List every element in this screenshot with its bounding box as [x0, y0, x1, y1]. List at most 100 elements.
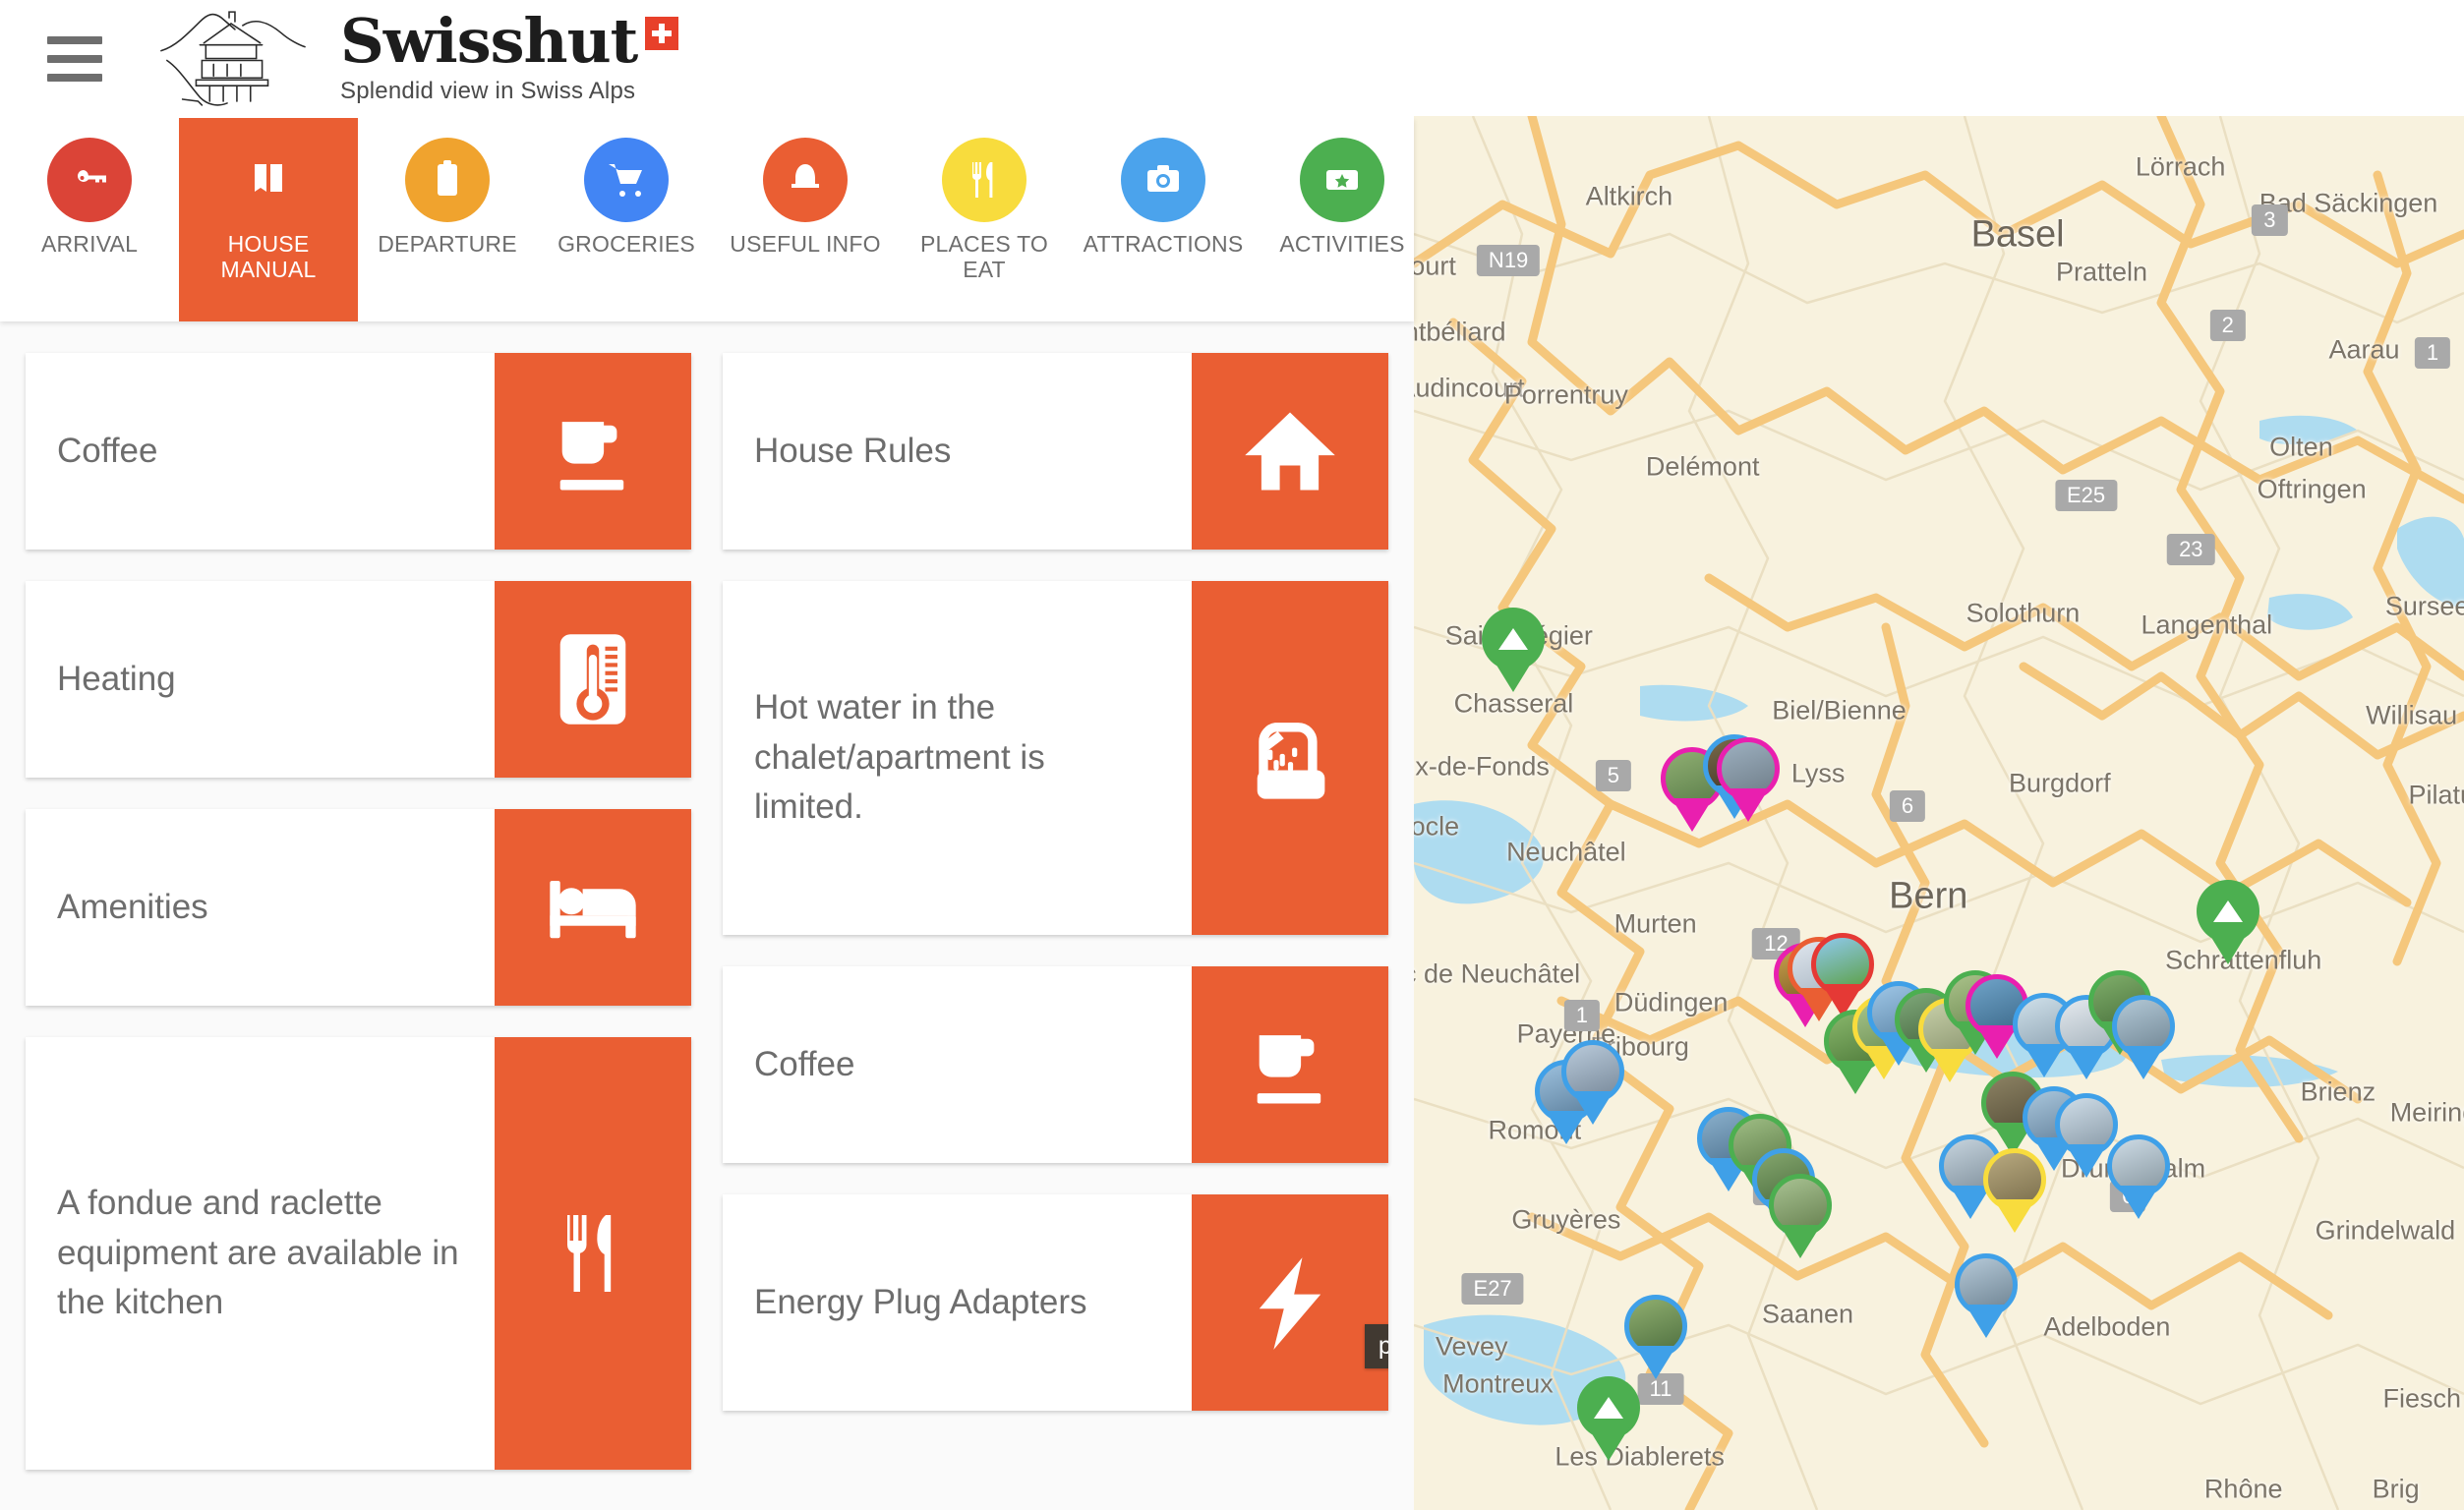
manual-card[interactable]: House Rules — [723, 353, 1388, 550]
nav-item-label: GROCERIES — [557, 231, 695, 257]
manual-card[interactable]: Hot water in the chalet/apartment is lim… — [723, 581, 1388, 935]
map-place-label: Oftringen — [2257, 474, 2367, 504]
pin-tail — [1571, 1090, 1613, 1125]
nav-item-house-manual[interactable]: HOUSE MANUAL — [179, 118, 358, 321]
map-place-label: Rhône — [2203, 1474, 2283, 1504]
map-place-label: Bad Säckingen — [2259, 188, 2438, 218]
coffee-cup-icon — [559, 422, 624, 491]
map-pin-mountain[interactable] — [1482, 608, 1546, 693]
card-grid: Coffee Heating Amenities A fondue and racle… — [0, 321, 1414, 1510]
map-panel[interactable]: Altkirch Basel Lörrach Bad Säckingen Prattel… — [1414, 116, 2464, 1510]
card-column-right: House Rules Hot water in the chalet/apart… — [723, 353, 1388, 1510]
brand-tagline: Splendid view in Swiss Alps — [340, 78, 636, 105]
logo-block[interactable]: Swisshut Splendid view in Swiss Alps — [153, 8, 679, 110]
manual-card[interactable]: Energy Plug Adapters power — [723, 1194, 1388, 1411]
map-place-label: Saanen — [1761, 1299, 1854, 1329]
nav-item-useful-info[interactable]: USEFUL INFO — [716, 118, 895, 321]
map-place-label: Langenthal — [2141, 610, 2273, 640]
pin-tail — [1727, 788, 1769, 823]
manual-card[interactable]: Coffee — [723, 966, 1388, 1163]
card-title: Hot water in the chalet/apartment is lim… — [754, 687, 1045, 827]
power-tooltip: power — [1364, 1324, 1388, 1368]
manual-card[interactable]: A fondue and raclette equipment are avai… — [26, 1037, 691, 1470]
pin-tail — [2117, 1186, 2159, 1220]
thermometer-icon-panel — [495, 581, 691, 778]
pin-tail — [2065, 1143, 2107, 1178]
map-place-label: Brig — [2372, 1474, 2420, 1504]
primary-navigation: ARRIVAL HOUSE MANUAL DEPARTURE GROCERIES USE… — [0, 118, 1414, 321]
map-place-label: Murten — [1613, 908, 1697, 939]
pin-tail — [1965, 1304, 2008, 1338]
map-place-label: Pilatus — [2408, 780, 2464, 810]
home-icon-panel — [1192, 353, 1388, 550]
road-shield: 6 — [1889, 789, 1926, 822]
bell-icon-wrapper — [763, 138, 848, 222]
map-pin-mountain[interactable] — [2196, 879, 2259, 964]
map-place-label: Olten — [2269, 432, 2333, 462]
map-place-label: Vevey — [1435, 1331, 1508, 1362]
nav-item-label: ACTIVITIES — [1279, 231, 1405, 257]
hamburger-menu-icon[interactable] — [47, 36, 102, 82]
map-pin-photo[interactable] — [1982, 1148, 2046, 1234]
chalet-logo-icon — [160, 11, 306, 106]
nav-item-departure[interactable]: DEPARTURE — [358, 118, 537, 321]
pin-tail — [2123, 1046, 2165, 1080]
map-place-label: Brienz — [2300, 1076, 2376, 1107]
map-place-label: Gruyères — [1511, 1204, 1621, 1235]
map-pin-photo[interactable] — [1560, 1039, 1624, 1125]
map-place-label: Pratteln — [2056, 257, 2148, 287]
map-pin-photo[interactable] — [1623, 1295, 1687, 1380]
map-pin-photo[interactable] — [1955, 1252, 2019, 1338]
map-place-label: Lac de Neuchâtel — [1414, 958, 1581, 989]
thermometer-icon — [559, 634, 626, 725]
card-title: Energy Plug Adapters — [754, 1282, 1087, 1321]
map-place-label: Fiesch — [2382, 1383, 2462, 1414]
nav-item-label: HOUSE MANUAL — [220, 231, 317, 282]
card-title: A fondue and raclette equipment are avai… — [57, 1183, 459, 1322]
road-shield: 23 — [2167, 533, 2215, 565]
shopping-cart-icon — [609, 164, 642, 197]
map-place-label: Bern — [1889, 875, 1968, 917]
nav-item-places-to-eat[interactable]: PLACES TO EAT — [895, 118, 1074, 321]
map-place-label: Lyss — [1790, 758, 1846, 788]
bell-icon — [792, 164, 819, 188]
map-pin-mountain[interactable] — [1576, 1375, 1640, 1461]
map-place-label: Aarau — [2328, 334, 2400, 365]
map-place-label: Adelboden — [2043, 1311, 2171, 1342]
pin-tail — [1975, 1025, 2018, 1060]
map-pin-photo[interactable] — [1716, 737, 1780, 823]
road-shield: 5 — [1595, 759, 1632, 791]
nav-item-groceries[interactable]: GROCERIES — [537, 118, 716, 321]
nav-item-arrival[interactable]: ARRIVAL — [0, 118, 179, 321]
fork-knife-icon — [971, 162, 993, 198]
shower-icon — [1257, 723, 1325, 799]
manual-card[interactable]: Amenities — [26, 809, 691, 1006]
lightning-bolt-icon — [1259, 1257, 1321, 1350]
map-place-label: Porrentruy — [1503, 379, 1628, 410]
map-place-label: Meiringen — [2389, 1097, 2464, 1128]
swiss-flag-icon — [645, 16, 679, 50]
map-pin-photo[interactable] — [2112, 995, 2176, 1080]
map-place-label: Düdingen — [1613, 987, 1729, 1017]
shower-icon-panel — [1192, 581, 1388, 935]
road-shield: N19 — [1476, 245, 1541, 277]
nav-item-activities[interactable]: ACTIVITIES — [1253, 118, 1432, 321]
card-title: Coffee — [754, 1044, 855, 1083]
key-icon — [78, 170, 106, 183]
bed-icon — [550, 880, 636, 939]
manual-card[interactable]: Heating — [26, 581, 691, 778]
ticket-star-icon-wrapper — [1300, 138, 1384, 222]
manual-card[interactable]: Coffee — [26, 353, 691, 550]
map-pin-photo[interactable] — [1769, 1173, 1833, 1258]
map-place-label: Lörrach — [2135, 151, 2226, 182]
nav-item-label: USEFUL INFO — [730, 231, 881, 257]
lightning-bolt-icon-panel: power — [1192, 1194, 1388, 1411]
map-pin-photo[interactable] — [2106, 1134, 2170, 1220]
key-icon-wrapper — [47, 138, 132, 222]
map-place-label: Delémont — [1645, 451, 1760, 482]
clipboard-icon-wrapper — [405, 138, 490, 222]
map-place-label: Sursee — [2384, 591, 2464, 621]
fork-knife-icon — [566, 1215, 612, 1292]
map-place-label: Willisau — [2366, 700, 2458, 730]
nav-item-attractions[interactable]: ATTRACTIONS — [1074, 118, 1253, 321]
